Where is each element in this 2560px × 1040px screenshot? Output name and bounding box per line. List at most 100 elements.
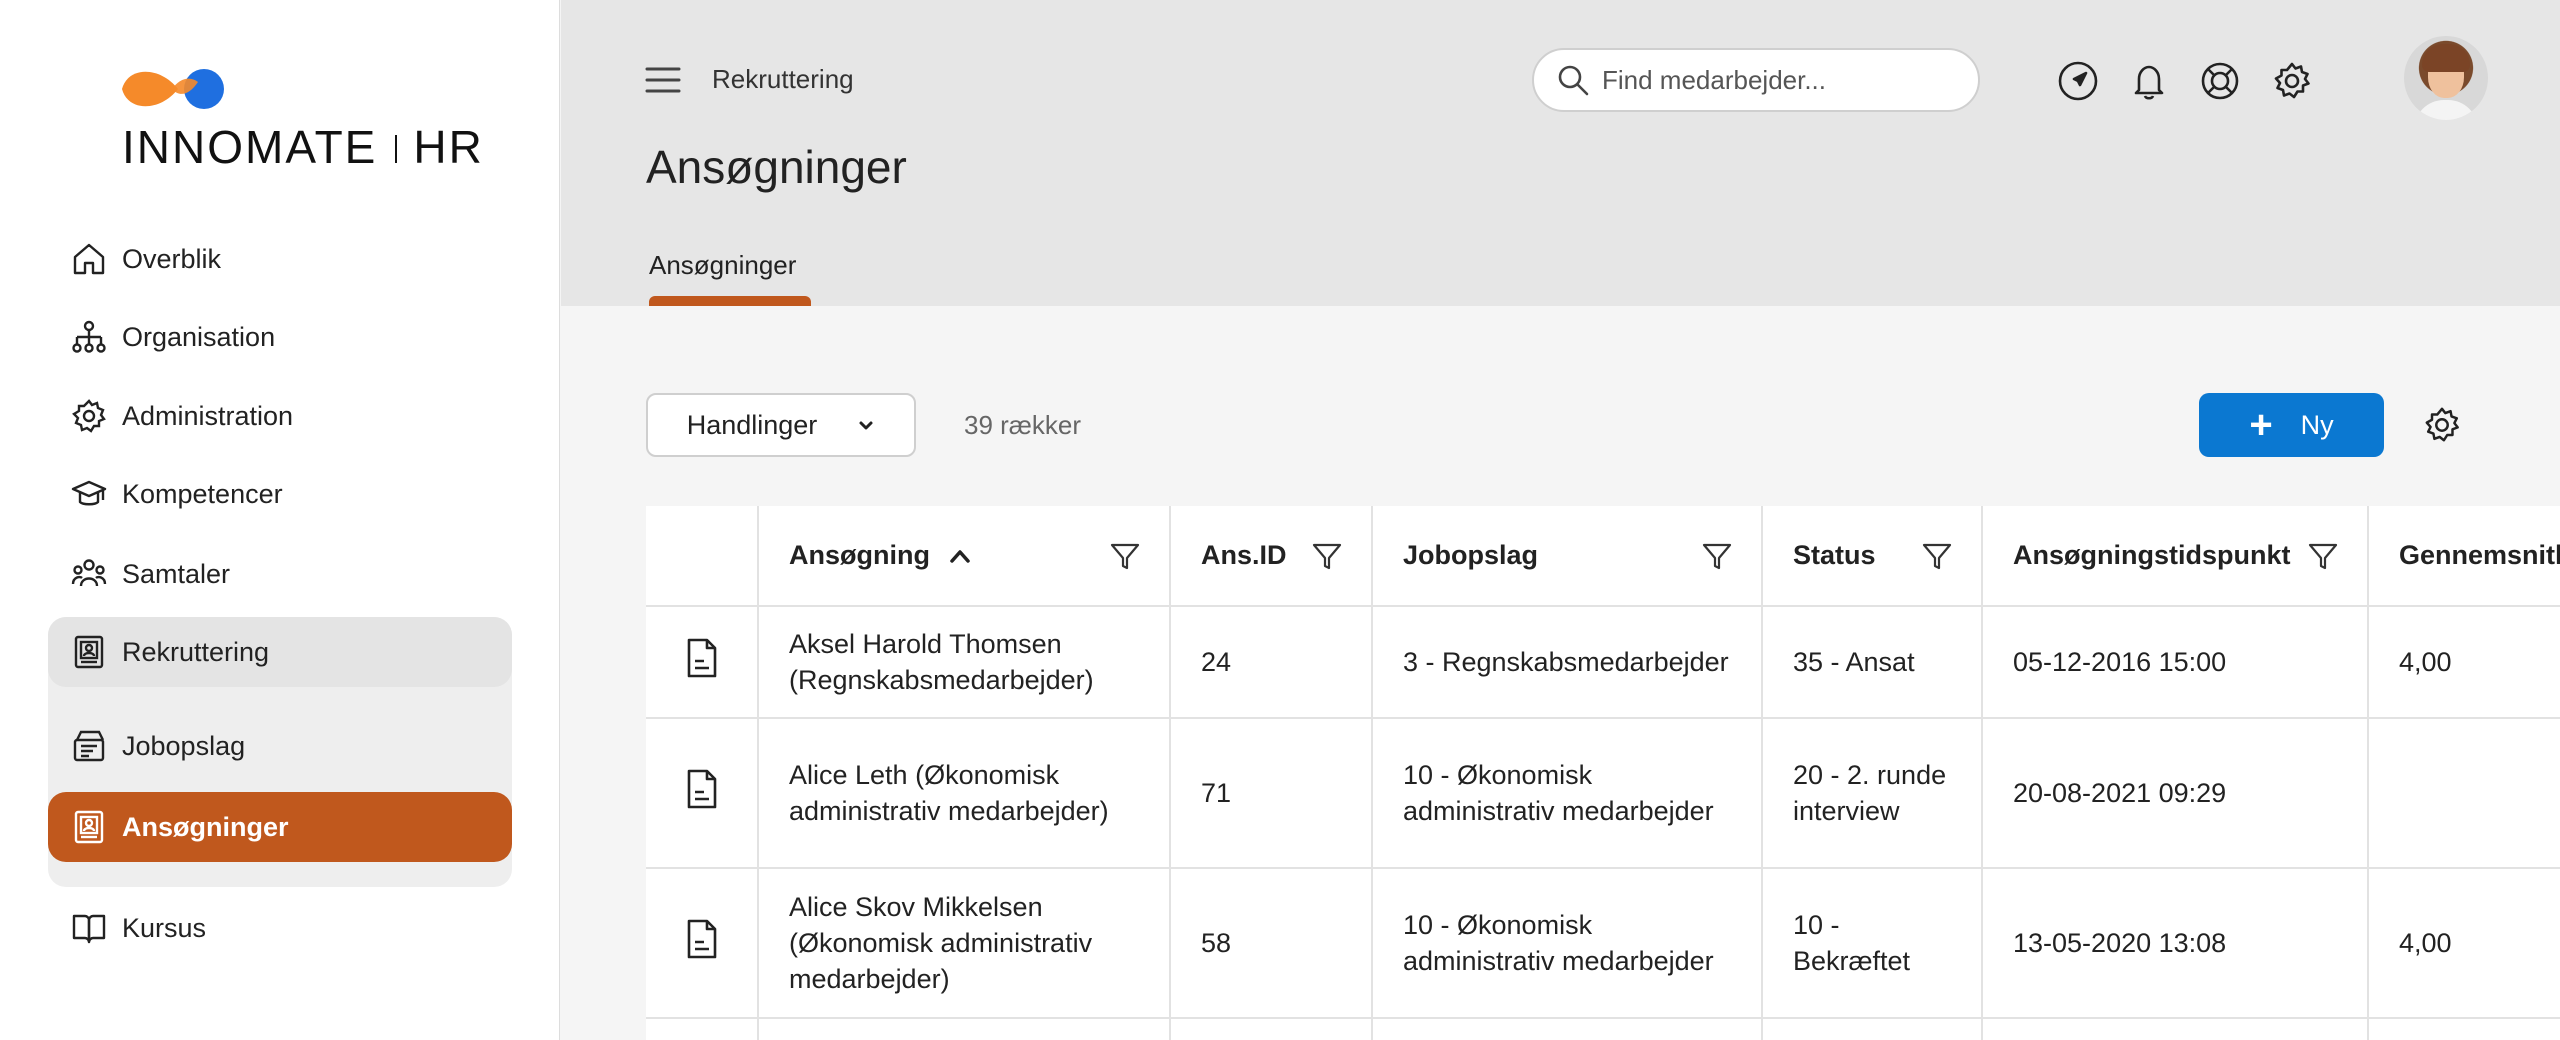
table-row[interactable] xyxy=(646,1018,2560,1040)
cell-ans-id: 58 xyxy=(1170,868,1373,1019)
cell-status: 10 - Bekræftet xyxy=(1762,868,1983,1019)
id-badge-icon xyxy=(70,633,108,671)
user-avatar[interactable] xyxy=(2404,36,2488,120)
plus-icon: + xyxy=(2249,403,2273,447)
column-header-icon xyxy=(646,506,759,607)
table-row[interactable]: Alice Skov Mikkelsen (Økonomisk administ… xyxy=(646,868,2560,1019)
filter-icon[interactable] xyxy=(1921,540,1953,572)
active-tab-indicator xyxy=(649,296,811,306)
new-button-label: Ny xyxy=(2300,409,2334,440)
sidebar-item-organisation[interactable]: Organisation xyxy=(48,302,512,372)
sidebar-item-label: Organisation xyxy=(122,321,276,352)
job-posting-icon xyxy=(70,727,108,765)
table-row[interactable]: Alice Leth (Økonomisk administrativ meda… xyxy=(646,718,2560,869)
sidebar-item-overblik[interactable]: Overblik xyxy=(48,224,512,294)
sidebar-item-jobopslag[interactable]: Jobopslag xyxy=(48,711,512,781)
sidebar-item-label: Kursus xyxy=(122,912,207,943)
sidebar-item-kompetencer[interactable]: Kompetencer xyxy=(48,459,512,529)
logo-mark-icon xyxy=(122,69,224,109)
logo-wordmark: INNOMATE HR xyxy=(122,120,484,174)
sort-ascending-icon[interactable] xyxy=(948,548,972,564)
cell-gennemsnit xyxy=(2368,718,2560,869)
actions-dropdown[interactable]: Handlinger xyxy=(646,393,916,457)
row-document-cell[interactable] xyxy=(646,868,759,1019)
filter-icon[interactable] xyxy=(1311,540,1343,572)
sidebar-item-rekruttering[interactable]: Rekruttering xyxy=(48,617,512,687)
cell-gennemsnit: 4,00 xyxy=(2368,606,2560,719)
page-header: Rekruttering Ansøgninger Ansøgninger xyxy=(561,0,2560,306)
sidebar-item-label: Rekruttering xyxy=(122,636,270,667)
document-icon[interactable] xyxy=(684,918,720,960)
document-icon[interactable] xyxy=(684,637,720,679)
filter-icon[interactable] xyxy=(1701,540,1733,572)
column-header-gennemsnit[interactable]: Gennemsnitli xyxy=(2368,506,2560,607)
cell-ansogning: Aksel Harold Thomsen (Regnskabsmedarbejd… xyxy=(758,606,1171,719)
cell-jobopslag: 10 - Økonomisk administrativ medarbejder xyxy=(1372,868,1763,1019)
search-input[interactable] xyxy=(1602,64,1942,96)
sidebar: INNOMATE HR Overblik Organisation Adminis… xyxy=(0,0,560,1040)
sidebar-item-administration[interactable]: Administration xyxy=(48,381,512,451)
table-header-row: Ansøgning Ans.ID Jobopslag Status Ansøgn… xyxy=(646,506,2560,607)
cell-status: 35 - Ansat xyxy=(1762,606,1983,719)
cell-ansogning: Alice Skov Mikkelsen (Økonomisk administ… xyxy=(758,868,1171,1019)
row-count: 39 rækker xyxy=(964,410,1082,440)
home-icon xyxy=(70,240,108,278)
row-document-cell[interactable] xyxy=(646,718,759,869)
cell-ansogningstidspunkt: 13-05-2020 13:08 xyxy=(1982,868,2369,1019)
gear-icon[interactable] xyxy=(2271,60,2313,102)
column-header-label: Gennemsnitli xyxy=(2399,540,2560,570)
cell-gennemsnit: 4,00 xyxy=(2368,868,2560,1019)
sidebar-item-ansogninger[interactable]: Ansøgninger xyxy=(48,792,512,862)
cell-status: 20 - 2. runde interview xyxy=(1762,718,1983,869)
sidebar-item-label: Overblik xyxy=(122,243,222,274)
hamburger-menu-icon[interactable] xyxy=(645,66,681,94)
bell-icon[interactable] xyxy=(2128,60,2170,102)
applications-table: Ansøgning Ans.ID Jobopslag Status Ansøgn… xyxy=(646,506,2560,1040)
cell-ans-id: 24 xyxy=(1170,606,1373,719)
cell-ansogningstidspunkt: 20-08-2021 09:29 xyxy=(1982,718,2369,869)
tab-ansogninger[interactable]: Ansøgninger xyxy=(649,250,796,281)
document-icon[interactable] xyxy=(684,768,720,810)
search-box[interactable] xyxy=(1532,48,1980,112)
column-header-ansogningstidspunkt[interactable]: Ansøgningstidspunkt xyxy=(1982,506,2369,607)
column-header-label: Ansøgningstidspunkt xyxy=(2013,540,2291,570)
column-header-ansogning[interactable]: Ansøgning xyxy=(758,506,1171,607)
cell-jobopslag: 10 - Økonomisk administrativ medarbejder xyxy=(1372,718,1763,869)
sidebar-item-label: Samtaler xyxy=(122,558,231,589)
sidebar-item-kursus[interactable]: Kursus xyxy=(48,893,512,963)
column-header-label: Jobopslag xyxy=(1403,540,1539,570)
cell-ansogning: Alice Leth (Økonomisk administrativ meda… xyxy=(758,718,1171,869)
cell-ans-id: 71 xyxy=(1170,718,1373,869)
breadcrumb[interactable]: Rekruttering xyxy=(712,64,854,95)
lifebuoy-icon[interactable] xyxy=(2199,60,2241,102)
column-header-ans-id[interactable]: Ans.ID xyxy=(1170,506,1373,607)
logo-text-suffix: HR xyxy=(413,121,484,173)
innomate-hr-logo[interactable]: INNOMATE HR xyxy=(120,60,482,173)
id-badge-icon xyxy=(70,808,108,846)
logo-text-light: INNO xyxy=(122,121,245,173)
table-row[interactable]: Aksel Harold Thomsen (Regnskabsmedarbejd… xyxy=(646,606,2560,719)
search-icon xyxy=(1558,65,1589,96)
column-header-status[interactable]: Status xyxy=(1762,506,1983,607)
navigation-icon[interactable] xyxy=(2057,60,2099,102)
cell-jobopslag: 3 - Regnskabsmedarbejder xyxy=(1372,606,1763,719)
chevron-down-icon xyxy=(859,421,873,430)
org-chart-icon xyxy=(70,318,108,356)
column-header-label: Ans.ID xyxy=(1201,540,1287,570)
row-document-cell[interactable] xyxy=(646,606,759,719)
filter-icon[interactable] xyxy=(1109,540,1141,572)
new-button[interactable]: + Ny xyxy=(2199,393,2384,457)
filter-icon[interactable] xyxy=(2307,540,2339,572)
people-icon xyxy=(70,555,108,593)
page-title: Ansøgninger xyxy=(646,141,907,193)
column-header-jobopslag[interactable]: Jobopslag xyxy=(1372,506,1763,607)
book-icon xyxy=(70,909,108,947)
column-header-label: Status xyxy=(1793,540,1876,570)
sidebar-item-samtaler[interactable]: Samtaler xyxy=(48,539,512,609)
column-header-label: Ansøgning xyxy=(789,540,930,570)
logo-text-bold: MATE xyxy=(245,121,378,173)
actions-label: Handlinger xyxy=(686,409,818,440)
grid-settings-gear-icon[interactable] xyxy=(2422,405,2462,445)
sidebar-item-label: Administration xyxy=(122,400,294,431)
sidebar-item-label: Ansøgninger xyxy=(122,811,289,842)
